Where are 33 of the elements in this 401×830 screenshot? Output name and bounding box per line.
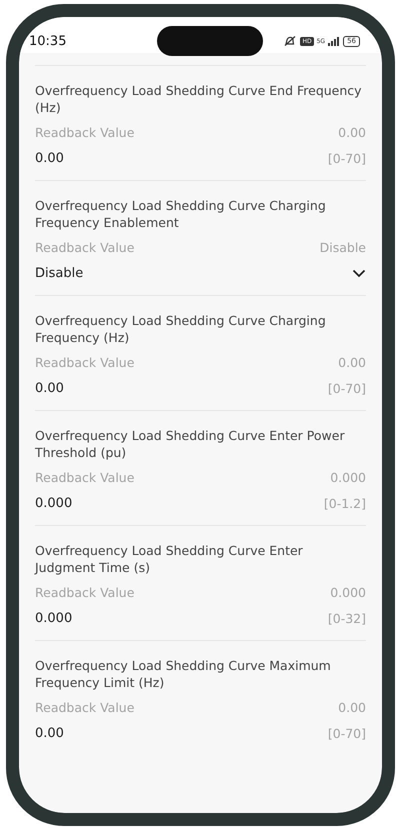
readback-value: 0.00 xyxy=(338,125,366,140)
readback-label: Readback Value xyxy=(35,470,134,485)
value-range: [0-32] xyxy=(328,611,366,626)
value-input[interactable]: 0.00 xyxy=(35,381,64,396)
signal-icon xyxy=(328,36,340,46)
readback-label: Readback Value xyxy=(35,700,134,715)
setting-title: Overfrequency Load Shedding Curve Maximum Frequency Limit (Hz) xyxy=(35,657,332,691)
value-input[interactable]: 0.000 xyxy=(35,611,72,626)
readback-value: 0.000 xyxy=(330,585,366,600)
setting-title: Overfrequency Load Shedding Curve Charging Frequency Enablement xyxy=(35,197,327,231)
value-range: [0-1.2] xyxy=(324,496,366,511)
value-range: [0-70] xyxy=(328,381,366,396)
value-input[interactable]: 0.000 xyxy=(35,496,72,511)
value-dropdown[interactable]: Disable xyxy=(35,266,366,281)
value-input[interactable]: 0.00 xyxy=(35,726,64,741)
setting-title: Overfrequency Load Shedding Curve Enter Judgment Time (s) xyxy=(35,542,304,576)
readback-value: Disable xyxy=(320,240,366,255)
readback-label: Readback Value xyxy=(35,240,134,255)
value-range: [0-70] xyxy=(328,726,366,741)
chevron-down-icon xyxy=(352,269,366,278)
setting-title: Overfrequency Load Shedding Curve End Frequency (Hz) xyxy=(35,82,363,116)
readback-value: 0.000 xyxy=(330,470,366,485)
setting-title: Overfrequency Load Shedding Curve Enter Power Threshold (pu) xyxy=(35,427,346,461)
mute-icon xyxy=(283,36,298,46)
readback-label: Readback Value xyxy=(35,125,134,140)
setting-title: Overfrequency Load Shedding Curve Charging Frequency (Hz) xyxy=(35,312,327,346)
readback-label: Readback Value xyxy=(35,355,134,370)
readback-label: Readback Value xyxy=(35,585,134,600)
value-input[interactable]: 0.00 xyxy=(35,151,64,166)
readback-value: 0.00 xyxy=(338,355,366,370)
readback-value: 0.00 xyxy=(338,700,366,715)
value-range: [0-70] xyxy=(328,151,366,166)
status-time: 10:35 xyxy=(29,34,66,48)
